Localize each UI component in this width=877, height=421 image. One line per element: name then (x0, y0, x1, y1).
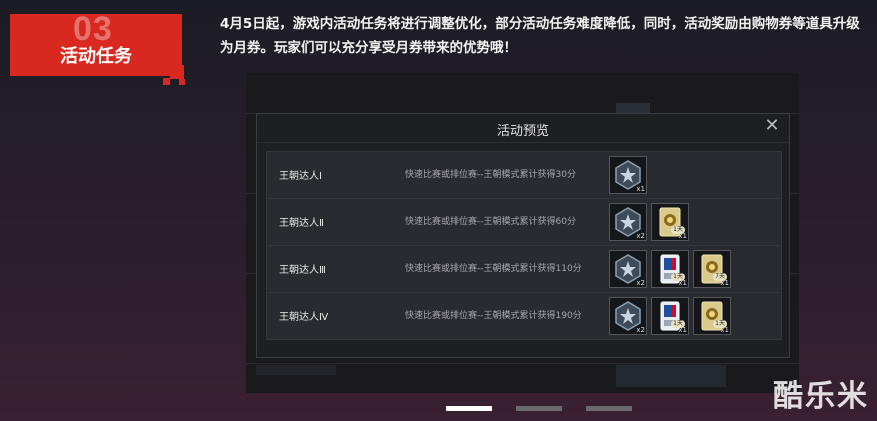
section-badge: 03 活动任务 (10, 14, 182, 76)
task-description: 快速比赛或排位赛--王朝模式累计获得30分 (405, 170, 576, 180)
dialog-title: 活动预览 (496, 124, 549, 139)
reward-quantity: x1 (720, 279, 729, 287)
task-row: 王朝达人Ⅳ 快速比赛或排位赛--王朝模式累计获得190分 x2 1天 x1 1天 x1 (266, 292, 782, 340)
decor-square (163, 78, 170, 85)
section-label: 活动任务 (60, 46, 132, 67)
gold-card-icon[interactable]: 1天 x1 (651, 203, 689, 241)
reward-quantity: x2 (636, 326, 645, 334)
reward-quantity: x1 (720, 326, 729, 334)
carousel-dot[interactable] (586, 406, 632, 411)
task-name: 王朝达人Ⅲ (279, 265, 326, 276)
game-screenshot: 活动预览 ✕ 王朝达人Ⅰ 快速比赛或排位赛--王朝模式累计获得30分 x1 王朝达人Ⅱ… (246, 73, 799, 393)
gold-card-icon[interactable]: 1天 x1 (693, 297, 731, 335)
reward-quantity: x2 (636, 279, 645, 287)
task-description: 快速比赛或排位赛--王朝模式累计获得110分 (405, 264, 582, 274)
dialog-header: 活动预览 ✕ (257, 114, 789, 143)
task-row: 王朝达人Ⅰ 快速比赛或排位赛--王朝模式累计获得30分 x1 (266, 151, 782, 199)
close-icon[interactable]: ✕ (763, 117, 781, 135)
reward-quantity: x1 (636, 185, 645, 193)
decor-square (179, 79, 185, 85)
activity-preview-dialog: 活动预览 ✕ 王朝达人Ⅰ 快速比赛或排位赛--王朝模式累计获得30分 x1 王朝达人Ⅱ… (256, 113, 790, 358)
ticket-star-icon[interactable]: x2 (609, 250, 647, 288)
task-row: 王朝达人Ⅱ 快速比赛或排位赛--王朝模式累计获得60分 x2 1天 x1 (266, 198, 782, 246)
reward-quantity: x1 (678, 279, 687, 287)
carousel-dot[interactable] (516, 406, 562, 411)
task-name: 王朝达人Ⅰ (279, 171, 322, 182)
gold-card-icon[interactable]: 7天 x1 (693, 250, 731, 288)
reward-quantity: x1 (678, 232, 687, 240)
reward-quantity: x2 (636, 232, 645, 240)
ticket-star-icon[interactable]: x2 (609, 297, 647, 335)
player-card-icon[interactable]: 1天 x1 (651, 250, 689, 288)
task-row: 王朝达人Ⅲ 快速比赛或排位赛--王朝模式累计获得110分 x2 1天 x1 7天 x1 (266, 245, 782, 293)
ticket-star-icon[interactable]: x1 (609, 156, 647, 194)
task-description: 快速比赛或排位赛--王朝模式累计获得190分 (405, 311, 582, 321)
decor-square (170, 65, 184, 79)
player-card-icon[interactable]: 1天 x1 (651, 297, 689, 335)
task-name: 王朝达人Ⅳ (279, 312, 329, 323)
task-name: 王朝达人Ⅱ (279, 218, 324, 229)
reward-quantity: x1 (678, 326, 687, 334)
ticket-star-icon[interactable]: x2 (609, 203, 647, 241)
watermark-text: 酷乐米 (773, 379, 869, 414)
task-description: 快速比赛或排位赛--王朝模式累计获得60分 (405, 217, 576, 227)
carousel-dot[interactable] (446, 406, 492, 411)
intro-text: 4月5日起，游戏内活动任务将进行调整优化，部分活动任务难度降低，同时，活动奖励由… (220, 16, 860, 56)
